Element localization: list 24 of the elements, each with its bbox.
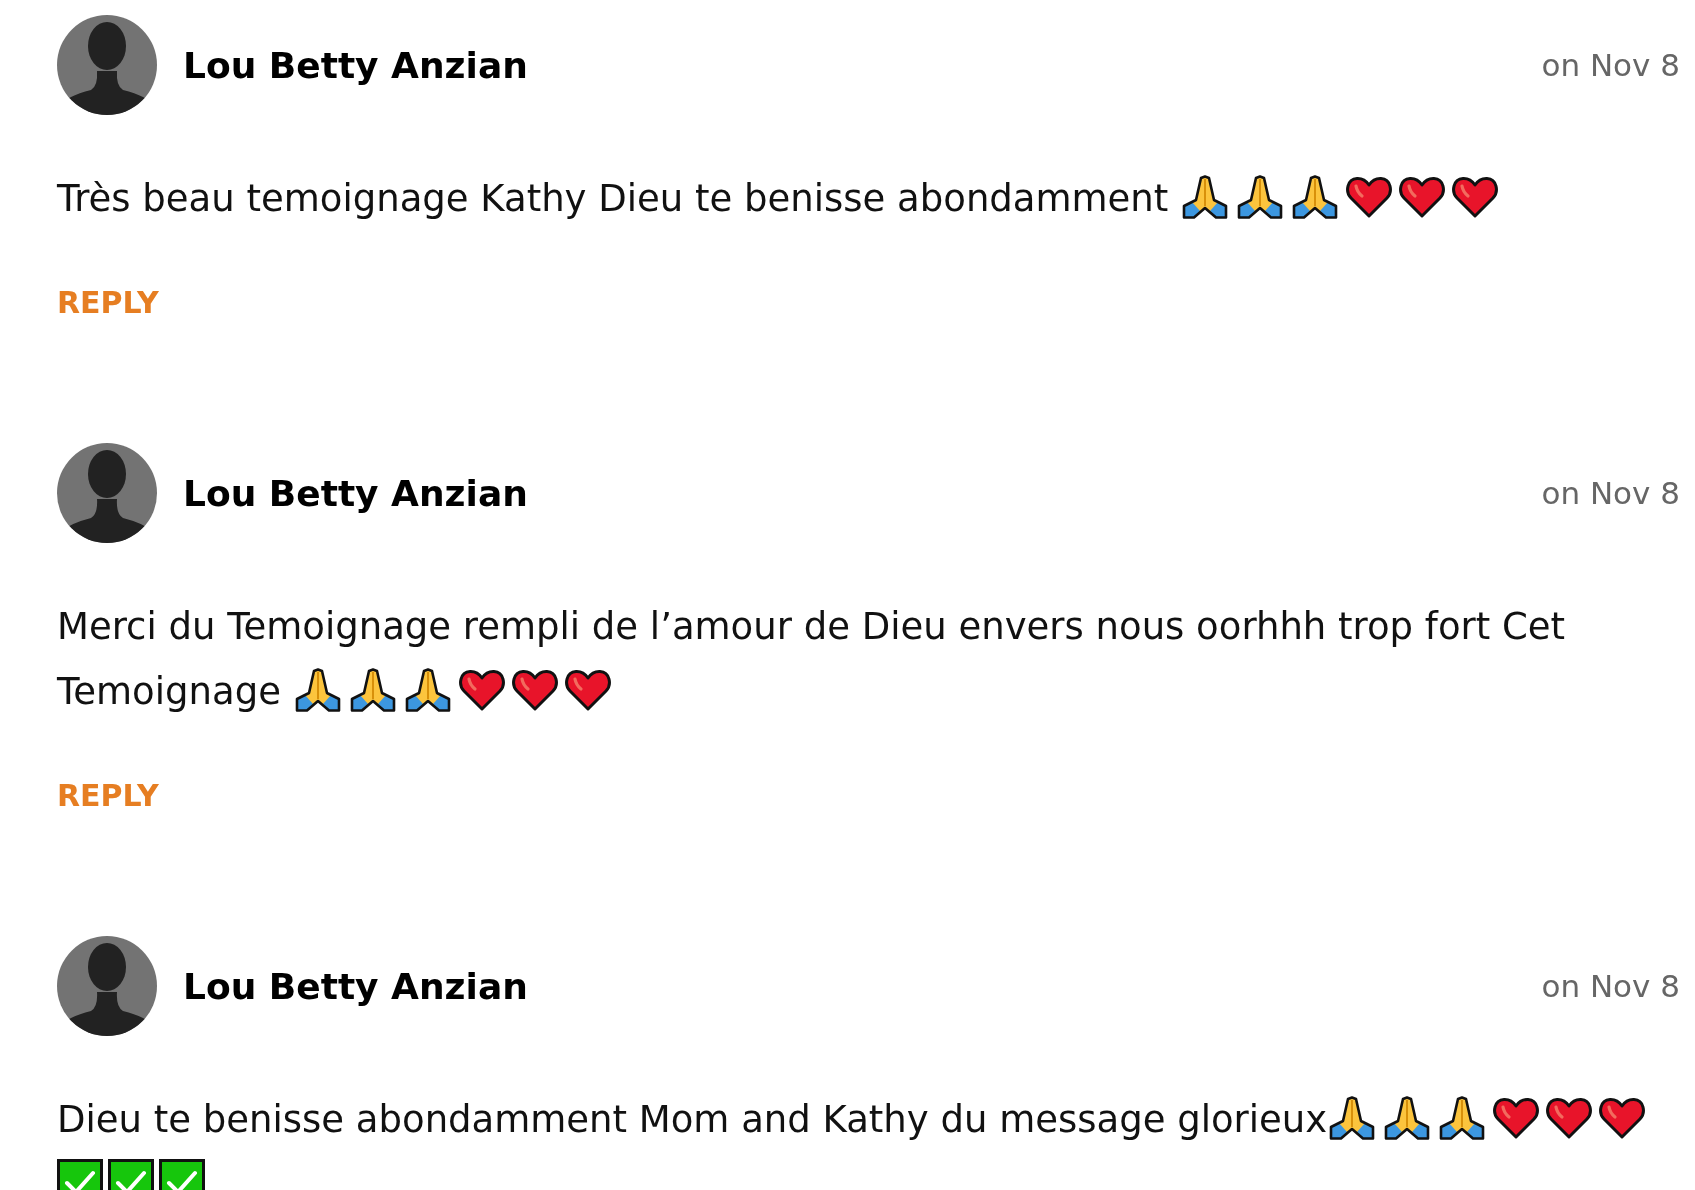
- avatar-icon: [57, 15, 157, 115]
- heart-icon: [1451, 175, 1500, 219]
- heart-icon: [563, 668, 612, 712]
- reply-link[interactable]: REPLY: [57, 283, 159, 323]
- heart-icon: [1398, 175, 1447, 219]
- comment-date: on Nov 8: [1541, 475, 1680, 511]
- comment-text: Dieu te benisse abondamment Mom and Kathy du message glorieux: [57, 1098, 1328, 1141]
- author-name: Lou Betty Anzian: [183, 472, 528, 514]
- heart-icon: [1545, 1096, 1594, 1140]
- heart-icon: [1492, 1096, 1541, 1140]
- heart-icon: [457, 668, 506, 712]
- comment-date: on Nov 8: [1541, 47, 1680, 83]
- avatar-icon: [57, 936, 157, 1036]
- author-name: Lou Betty Anzian: [183, 965, 528, 1007]
- heart-icon: [510, 668, 559, 712]
- comment-text: Très beau temoignage Kathy Dieu te benisse abondamment: [57, 177, 1170, 220]
- heart-icon: [1345, 175, 1394, 219]
- author-name: Lou Betty Anzian: [183, 44, 528, 86]
- comment-text: Temoignage: [57, 670, 282, 713]
- heart-icon: [1598, 1096, 1647, 1140]
- reply-link[interactable]: REPLY: [57, 776, 159, 816]
- avatar-icon: [57, 443, 157, 543]
- comment-text: Merci du Temoignage rempli de l’amour de Dieu envers nous oorhhh trop fort Cet: [57, 605, 1566, 648]
- comment-date: on Nov 8: [1541, 968, 1680, 1004]
